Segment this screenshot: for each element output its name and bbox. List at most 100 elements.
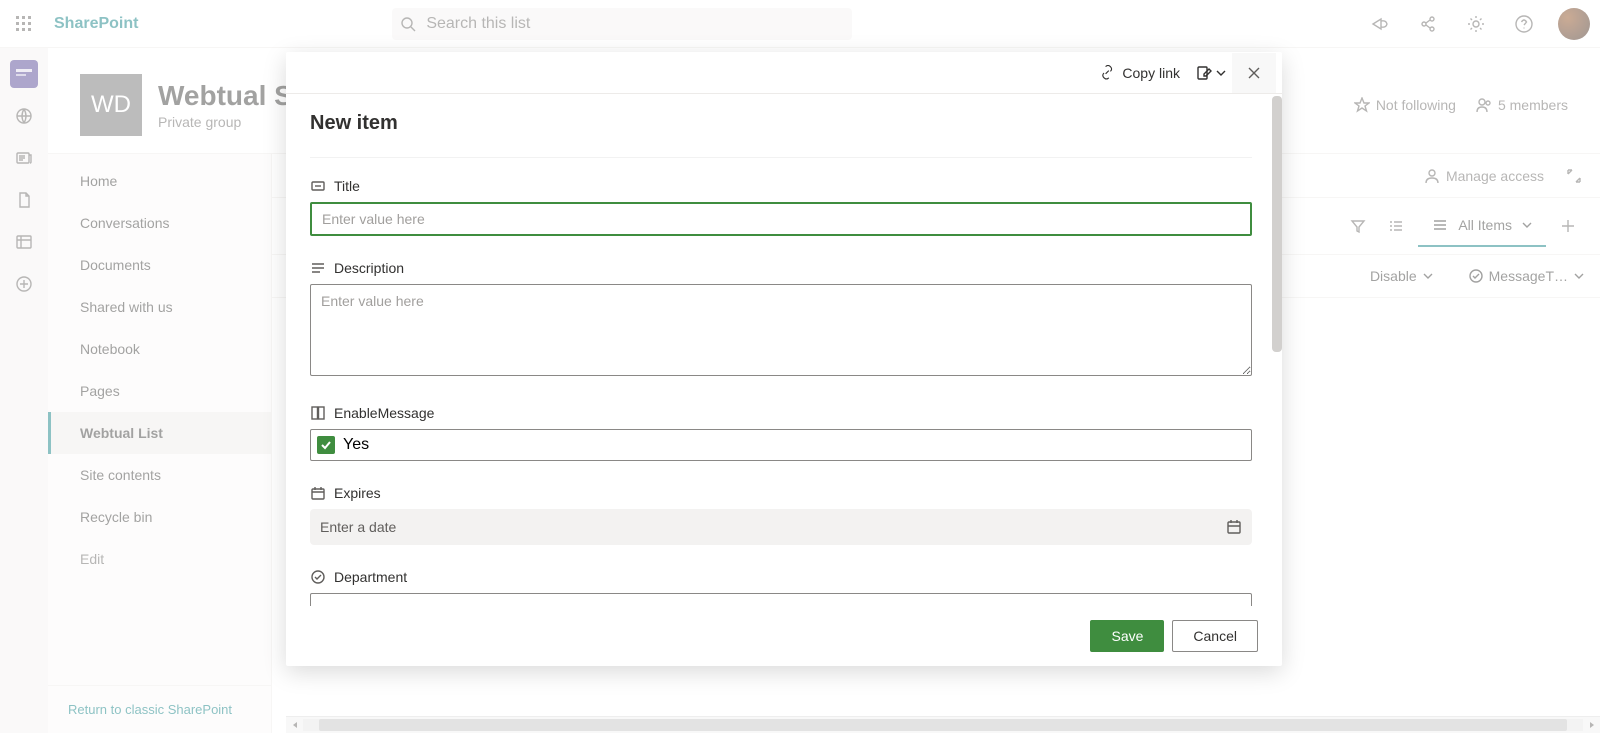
app-files-button[interactable] xyxy=(10,186,38,214)
chevron-down-icon xyxy=(1216,68,1226,78)
field-description: Description xyxy=(310,260,1252,381)
nav-item-recycle-bin[interactable]: Recycle bin xyxy=(48,496,271,538)
nav-item-home[interactable]: Home xyxy=(48,160,271,202)
app-global-button[interactable] xyxy=(10,102,38,130)
person-icon xyxy=(1424,168,1440,184)
panel-header: Copy link xyxy=(286,52,1282,94)
field-enable-message: EnableMessage Yes xyxy=(310,405,1252,461)
side-nav: Home Conversations Documents Shared with… xyxy=(48,154,272,733)
share-icon xyxy=(1419,15,1437,33)
app-lists-button[interactable] xyxy=(10,228,38,256)
scroll-track[interactable] xyxy=(303,719,1583,731)
site-header-actions: Not following 5 members xyxy=(1354,97,1568,113)
list-options-button[interactable] xyxy=(1380,210,1412,242)
search-input[interactable]: Search this list xyxy=(392,8,852,40)
department-input[interactable]: — xyxy=(310,593,1252,606)
list-header-right: Disable MessageT… xyxy=(1370,268,1584,284)
nav-list: Home Conversations Documents Shared with… xyxy=(48,154,271,685)
column-message-label: MessageT… xyxy=(1489,268,1568,284)
multiline-field-icon xyxy=(310,260,326,276)
return-classic-link[interactable]: Return to classic SharePoint xyxy=(48,685,271,733)
field-expires-label: Expires xyxy=(334,485,381,501)
app-news-button[interactable] xyxy=(10,144,38,172)
nav-item-shared[interactable]: Shared with us xyxy=(48,286,271,328)
waffle-icon xyxy=(16,16,32,32)
field-enable-label: EnableMessage xyxy=(334,405,434,421)
new-item-panel: Copy link New item Title Descriptio xyxy=(286,52,1282,666)
nav-item-edit[interactable]: Edit xyxy=(48,538,271,580)
nav-item-documents[interactable]: Documents xyxy=(48,244,271,286)
copy-link-button[interactable]: Copy link xyxy=(1090,53,1190,93)
edit-form-button[interactable] xyxy=(1190,53,1232,93)
expires-input[interactable]: Enter a date xyxy=(310,509,1252,545)
scroll-left-button[interactable] xyxy=(286,717,303,733)
site-tile: WD xyxy=(80,74,142,136)
manage-access-label: Manage access xyxy=(1446,168,1544,184)
expand-button[interactable] xyxy=(1560,160,1588,192)
cancel-button[interactable]: Cancel xyxy=(1172,620,1258,652)
nav-item-notebook[interactable]: Notebook xyxy=(48,328,271,370)
enable-message-value: Yes xyxy=(343,436,369,454)
calendar-icon xyxy=(1226,519,1242,535)
search-wrap: Search this list xyxy=(392,8,852,40)
column-message-type[interactable]: MessageT… xyxy=(1469,268,1584,284)
scroll-right-button[interactable] xyxy=(1583,717,1600,733)
column-disable-label: Disable xyxy=(1370,268,1417,284)
field-title-label-row: Title xyxy=(310,178,1252,194)
link-icon xyxy=(1100,65,1116,81)
save-button[interactable]: Save xyxy=(1090,620,1164,652)
field-title-label: Title xyxy=(334,178,360,194)
department-value: — xyxy=(321,601,335,606)
suite-actions xyxy=(1360,4,1600,44)
chevron-down-icon xyxy=(1574,271,1584,281)
horizontal-scrollbar[interactable] xyxy=(286,716,1600,733)
triangle-left-icon xyxy=(291,721,299,729)
user-avatar[interactable] xyxy=(1558,8,1590,40)
description-input[interactable] xyxy=(310,284,1252,376)
app-launcher-button[interactable] xyxy=(0,0,48,48)
form-scroller[interactable]: New item Title Description EnableMes xyxy=(310,94,1258,606)
app-create-button[interactable] xyxy=(10,270,38,298)
members-button[interactable]: 5 members xyxy=(1476,97,1568,113)
share-button[interactable] xyxy=(1408,4,1448,44)
column-disable[interactable]: Disable xyxy=(1370,268,1433,284)
field-expires: Expires Enter a date xyxy=(310,485,1252,545)
filter-button[interactable] xyxy=(1342,210,1374,242)
brand-link[interactable]: SharePoint xyxy=(48,15,138,33)
nav-item-conversations[interactable]: Conversations xyxy=(48,202,271,244)
nav-item-webtual-list[interactable]: Webtual List xyxy=(48,412,271,454)
close-panel-button[interactable] xyxy=(1232,53,1276,93)
title-field-icon xyxy=(310,178,326,194)
panel-scrollbar[interactable] xyxy=(1272,96,1282,352)
megaphone-icon xyxy=(1371,15,1389,33)
enable-message-toggle[interactable]: Yes xyxy=(310,429,1252,461)
manage-access-button[interactable]: Manage access xyxy=(1414,160,1554,192)
site-glyph-icon xyxy=(16,69,32,79)
follow-button[interactable]: Not following xyxy=(1354,97,1456,113)
scroll-thumb[interactable] xyxy=(319,719,1567,731)
expand-icon xyxy=(1566,168,1582,184)
settings-button[interactable] xyxy=(1456,4,1496,44)
app-bar xyxy=(0,48,48,733)
help-button[interactable] xyxy=(1504,4,1544,44)
checkbox-checked-icon xyxy=(317,436,335,454)
nav-item-site-contents[interactable]: Site contents xyxy=(48,454,271,496)
panel-title: New item xyxy=(310,94,1252,158)
view-selector[interactable]: All Items xyxy=(1418,205,1546,247)
field-enable-label-row: EnableMessage xyxy=(310,405,1252,421)
announcements-button[interactable] xyxy=(1360,4,1400,44)
copy-link-label: Copy link xyxy=(1122,65,1180,81)
news-icon xyxy=(15,149,33,167)
search-placeholder: Search this list xyxy=(426,15,530,33)
list-icon xyxy=(15,233,33,251)
check-circle-icon xyxy=(1469,269,1483,283)
date-field-icon xyxy=(310,485,326,501)
title-input[interactable] xyxy=(310,202,1252,236)
field-department-label-row: Department xyxy=(310,569,1252,585)
triangle-right-icon xyxy=(1588,721,1596,729)
yesno-field-icon xyxy=(310,405,326,421)
app-site-icon[interactable] xyxy=(10,60,38,88)
command-bar-right: Manage access xyxy=(1414,160,1588,192)
add-view-button[interactable] xyxy=(1552,210,1584,242)
nav-item-pages[interactable]: Pages xyxy=(48,370,271,412)
